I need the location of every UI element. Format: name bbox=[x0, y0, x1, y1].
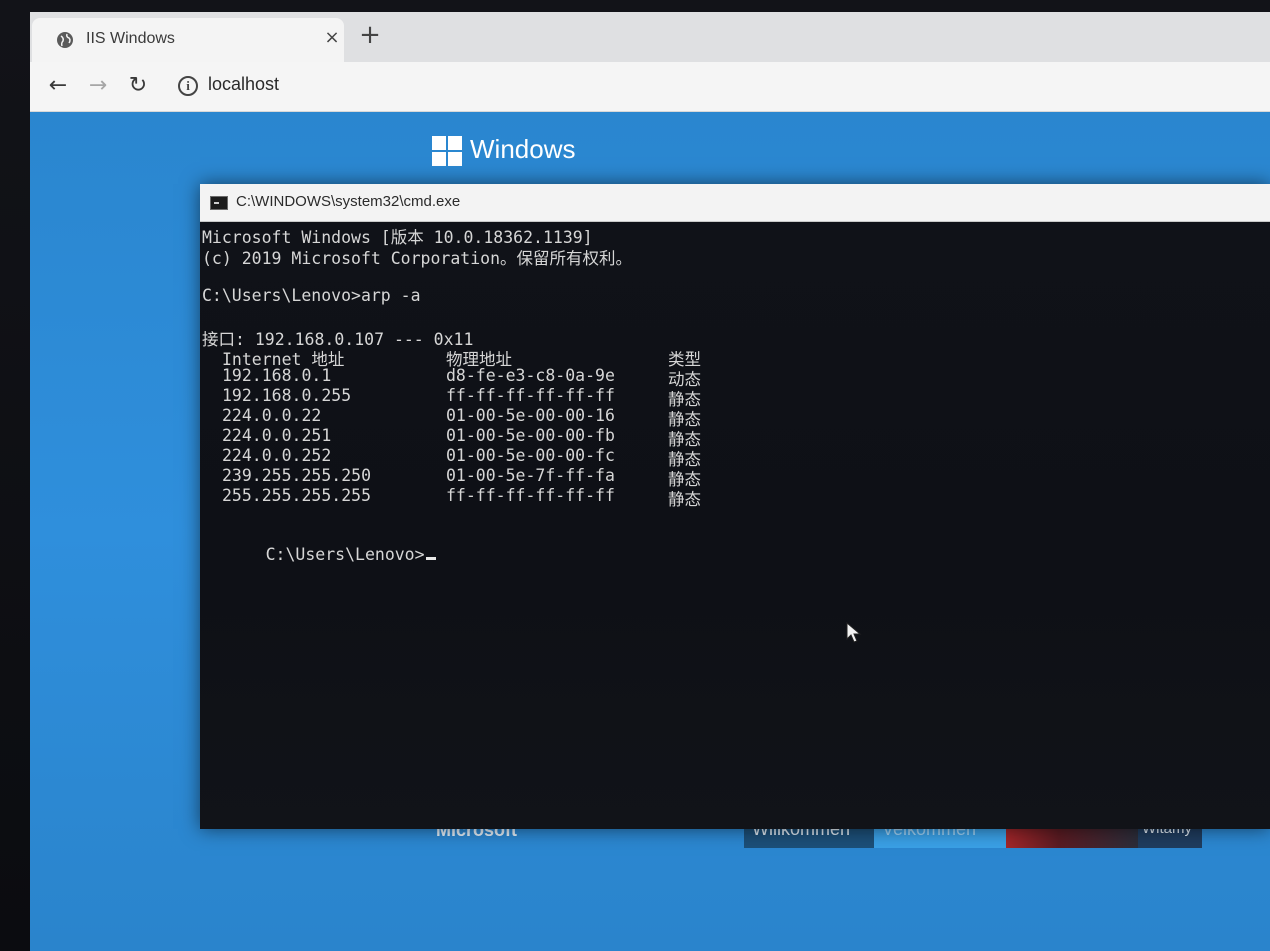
cmd-window-title: C:\WINDOWS\system32\cmd.exe bbox=[236, 193, 461, 210]
ip-address: 255.255.255.255 bbox=[222, 486, 372, 505]
command-line: C:\Users\Lenovo>arp -a bbox=[202, 286, 421, 305]
mac-address: 01-00-5e-00-00-16 bbox=[446, 406, 615, 425]
browser-toolbar: ← → ↻ i localhost bbox=[30, 62, 1270, 112]
mac-address: d8-fe-e3-c8-0a-9e bbox=[446, 366, 615, 385]
tab-iis-windows[interactable]: IIS Windows × bbox=[32, 18, 344, 62]
tab-strip: IIS Windows × + bbox=[30, 12, 1270, 62]
ip-address: 192.168.0.255 bbox=[222, 386, 352, 405]
entry-type: 静态 bbox=[668, 490, 701, 509]
browser-window: IIS Windows × + ← → ↻ i localhost bbox=[30, 12, 1270, 112]
windows-brand-text: Windows bbox=[470, 134, 576, 164]
copyright-line: (c) 2019 Microsoft Corporation。保留所有权利。 bbox=[202, 249, 633, 268]
mac-address: 01-00-5e-00-00-fb bbox=[446, 426, 615, 445]
cmd-titlebar[interactable]: C:\WINDOWS\system32\cmd.exe bbox=[200, 184, 1270, 222]
console-icon bbox=[210, 196, 228, 210]
mac-address: ff-ff-ff-ff-ff-ff bbox=[446, 386, 615, 405]
mac-address: 01-00-5e-7f-ff-fa bbox=[446, 466, 615, 485]
back-arrow-icon[interactable]: ← bbox=[44, 72, 72, 100]
console-output[interactable]: Microsoft Windows [版本 10.0.18362.1139] (… bbox=[200, 224, 1270, 829]
forward-arrow-icon[interactable]: → bbox=[84, 72, 112, 100]
reload-icon[interactable]: ↻ bbox=[124, 72, 152, 100]
ip-address: 239.255.255.250 bbox=[222, 466, 372, 485]
text-cursor bbox=[425, 557, 436, 560]
ip-address: 192.168.0.1 bbox=[222, 366, 332, 385]
globe-icon bbox=[57, 32, 73, 48]
tab-title: IIS Windows bbox=[86, 30, 175, 47]
ip-address: 224.0.0.22 bbox=[222, 406, 322, 425]
cmd-window[interactable]: C:\WINDOWS\system32\cmd.exe Microsoft Wi… bbox=[200, 184, 1270, 829]
site-info-icon[interactable]: i bbox=[178, 76, 198, 96]
address-bar[interactable]: localhost bbox=[208, 74, 279, 95]
mouse-pointer-icon bbox=[846, 622, 862, 643]
mac-address: 01-00-5e-00-00-fc bbox=[446, 446, 615, 465]
mac-address: ff-ff-ff-ff-ff-ff bbox=[446, 486, 615, 505]
new-tab-button[interactable]: + bbox=[356, 21, 384, 49]
prompt-text: C:\Users\Lenovo> bbox=[265, 545, 425, 564]
ip-address: 224.0.0.251 bbox=[222, 426, 332, 445]
close-tab-icon[interactable]: × bbox=[320, 26, 344, 50]
windows-logo-icon bbox=[432, 136, 462, 166]
prompt-line[interactable]: C:\Users\Lenovo> bbox=[206, 526, 436, 583]
ip-address: 224.0.0.252 bbox=[222, 446, 332, 465]
